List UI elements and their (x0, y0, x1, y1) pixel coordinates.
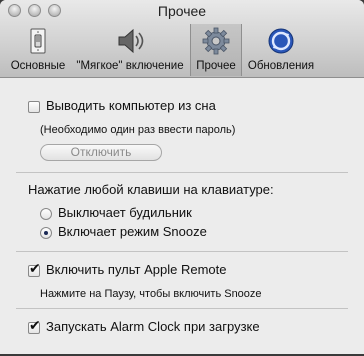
tab-updates[interactable]: Обновления (244, 24, 318, 76)
title-toolbar-area: Прочее Основные "Мягкое" включение Проче… (0, 0, 364, 78)
tab-other[interactable]: Прочее (190, 24, 242, 76)
wake-computer-label: Выводить компьютер из сна (46, 98, 216, 113)
light-switch-icon (23, 26, 53, 56)
radio-enable-snooze[interactable] (40, 227, 52, 239)
tab-label: Прочее (196, 60, 236, 72)
window-title: Прочее (157, 3, 207, 19)
disable-button[interactable]: Отключить (40, 144, 162, 161)
password-note: (Необходимо один раз ввести пароль) (40, 124, 236, 136)
preferences-window: Прочее Основные "Мягкое" включение Проче… (0, 0, 364, 356)
tab-label: Основные (10, 60, 66, 72)
divider (16, 172, 348, 173)
radio-enable-snooze-label: Включает режим Snooze (58, 224, 207, 239)
radio-disable-alarm-label: Выключает будильник (58, 205, 192, 220)
tab-general[interactable]: Основные (6, 24, 70, 76)
tab-soft-wake[interactable]: "Мягкое" включение (72, 24, 188, 76)
speaker-icon (115, 26, 145, 56)
keypress-heading: Нажатие любой клавиши на клавиатуре: (28, 182, 274, 197)
tab-label: Обновления (247, 60, 315, 72)
gear-icon (201, 26, 231, 56)
launch-at-login-label: Запускать Alarm Clock при загрузке (46, 319, 260, 334)
apple-remote-label: Включить пульт Apple Remote (46, 262, 227, 277)
settings-panel: Выводить компьютер из сна (Необходимо од… (0, 78, 364, 356)
wake-computer-checkbox[interactable] (28, 101, 40, 113)
divider (16, 308, 348, 309)
sync-update-icon (266, 26, 296, 56)
divider (16, 251, 348, 252)
apple-remote-note: Нажмите на Паузу, чтобы включить Snooze (40, 288, 262, 300)
launch-at-login-checkbox[interactable] (28, 318, 41, 334)
radio-disable-alarm[interactable] (40, 208, 52, 220)
tab-label: "Мягкое" включение (76, 60, 184, 72)
apple-remote-checkbox[interactable] (28, 261, 41, 277)
